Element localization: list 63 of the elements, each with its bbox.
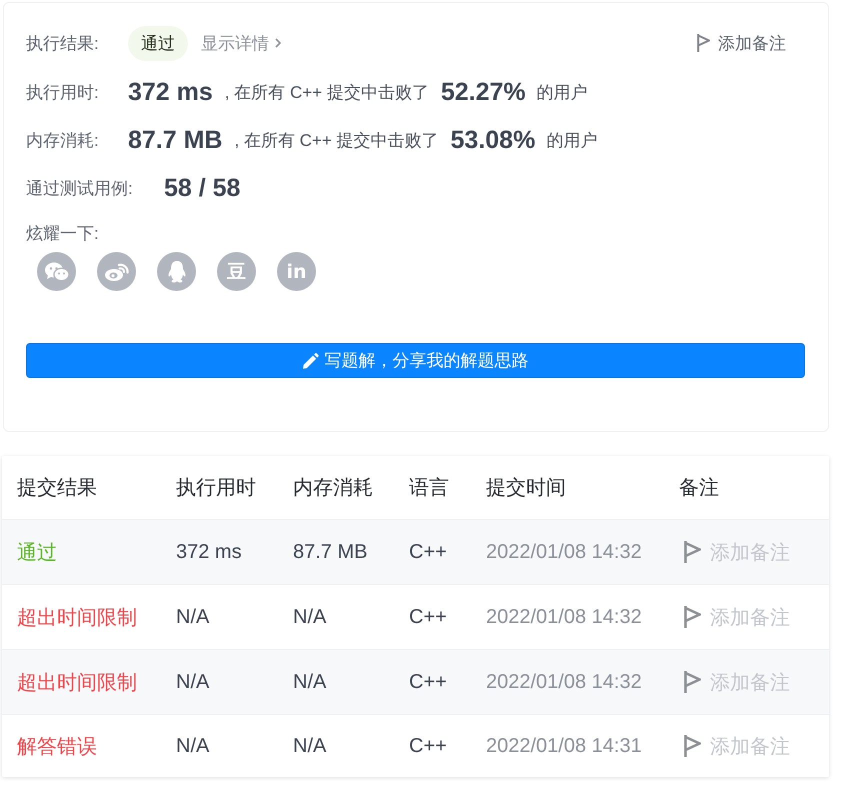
- runtime-cell: 372 ms: [176, 540, 242, 564]
- table-row[interactable]: 解答错误 N/A N/A C++ 2022/01/08 14:31 添加备注: [2, 714, 829, 777]
- language-cell: C++: [409, 540, 447, 564]
- status-badge: 通过: [128, 26, 188, 60]
- runtime-cell: N/A: [176, 606, 210, 628]
- memory-cell: N/A: [293, 670, 326, 694]
- status-cell-text: 通过: [17, 540, 57, 566]
- submit-time-cell: 2022/01/08 14:32: [486, 606, 642, 628]
- comparison-text: , 在所有 C++ 提交中击败了: [224, 82, 429, 104]
- chat-bubbles-icon: [44, 262, 68, 282]
- column-header: 备注: [679, 476, 719, 501]
- share-button[interactable]: [157, 252, 196, 291]
- share-button[interactable]: 豆: [217, 252, 256, 291]
- penguin-icon: [168, 260, 186, 282]
- share-button[interactable]: [37, 252, 76, 291]
- column-header: 执行用时: [176, 476, 256, 501]
- field-label: 通过测试用例:: [26, 178, 134, 200]
- status-cell-text: 超出时间限制: [17, 670, 137, 696]
- memory-cell: N/A: [293, 734, 326, 758]
- runtime-cell: N/A: [176, 734, 210, 758]
- column-header: 提交结果: [17, 476, 97, 501]
- chevron-icon: [275, 38, 281, 48]
- language-cell: C++: [409, 670, 447, 694]
- flag-icon: [684, 541, 701, 563]
- share-button[interactable]: [97, 252, 136, 291]
- test-case-count: 58 / 58: [164, 174, 240, 202]
- flag-icon: [684, 606, 701, 628]
- column-header: 提交时间: [486, 476, 566, 501]
- column-header: 语言: [409, 476, 449, 501]
- field-label: 内存消耗:: [26, 130, 100, 152]
- add-note-link[interactable]: 添加备注: [684, 604, 790, 630]
- language-cell: C++: [409, 606, 447, 628]
- suffix-text: 的用户: [536, 82, 588, 104]
- field-label: 执行用时:: [26, 82, 100, 104]
- details-link[interactable]: 显示详情: [201, 32, 281, 54]
- swirl-icon: [104, 262, 128, 280]
- comparison-text: , 在所有 C++ 提交中击败了: [234, 130, 439, 152]
- flag-icon: [684, 671, 701, 693]
- pencil-icon: [302, 352, 318, 368]
- field-label: 执行结果:: [26, 32, 100, 54]
- runtime-cell: N/A: [176, 670, 210, 694]
- language-cell: C++: [409, 734, 447, 758]
- flag-icon: [684, 735, 701, 757]
- submit-time-cell: 2022/01/08 14:31: [486, 734, 642, 758]
- share-button[interactable]: in: [277, 252, 316, 291]
- percentile-value: 53.08%: [450, 126, 536, 154]
- stat-value: 87.7 MB: [128, 126, 222, 154]
- column-header: 内存消耗: [293, 476, 373, 501]
- write-solution-button[interactable]: 写题解，分享我的解题思路: [26, 343, 805, 378]
- add-note-link[interactable]: 添加备注: [684, 732, 790, 760]
- percentile-value: 52.27%: [440, 78, 526, 106]
- share-label: 炫耀一下:: [26, 222, 100, 244]
- memory-cell: N/A: [293, 606, 326, 628]
- memory-cell: 87.7 MB: [293, 540, 368, 564]
- status-cell-text: 解答错误: [17, 734, 97, 760]
- table-row[interactable]: 超出时间限制 N/A N/A C++ 2022/01/08 14:32 添加备注: [2, 584, 829, 649]
- submit-time-cell: 2022/01/08 14:32: [486, 540, 642, 564]
- status-cell-text: 超出时间限制: [17, 606, 137, 630]
- add-note-link[interactable]: 添加备注: [697, 32, 786, 54]
- suffix-text: 的用户: [546, 130, 598, 152]
- stat-value: 372 ms: [128, 78, 213, 106]
- submit-time-cell: 2022/01/08 14:32: [486, 670, 642, 694]
- flag-icon: [697, 34, 710, 52]
